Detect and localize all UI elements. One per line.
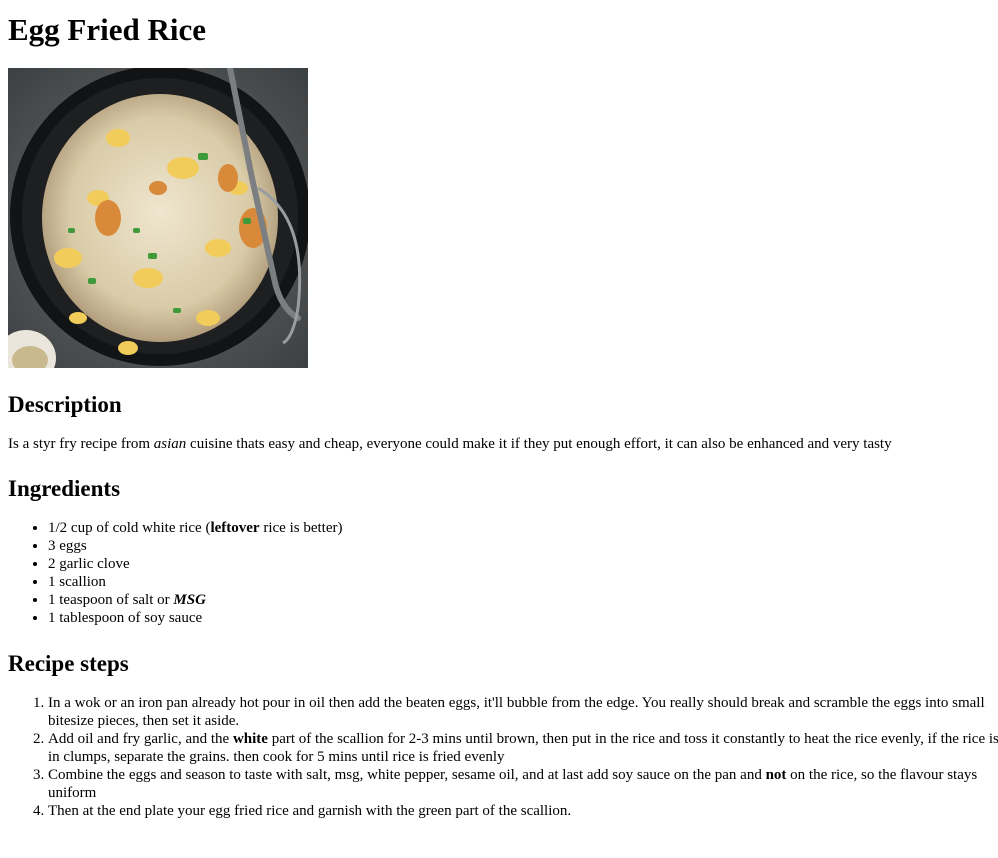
ingredient-item: 3 eggs [48, 537, 998, 555]
description-text: Is a styr fry recipe from asian cuisine … [8, 436, 892, 452]
ingredient-item: 1 scallion [48, 573, 998, 591]
description-heading: Description [8, 392, 122, 417]
ingredient-item: 2 garlic clove [48, 555, 998, 573]
recipe-step: Combine the eggs and season to taste wit… [48, 766, 998, 802]
recipe-step: Add oil and fry garlic, and the white pa… [48, 730, 998, 766]
ingredients-list: 1/2 cup of cold white rice (leftover ric… [8, 519, 998, 627]
ingredient-item: 1 teaspoon of salt or MSG [48, 591, 998, 609]
page-title: Egg Fried Rice [8, 12, 207, 47]
ingredients-heading: Ingredients [8, 476, 121, 501]
recipe-page: Egg Fried Rice Description Is a styr fry… [0, 12, 998, 820]
recipe-steps-list: In a wok or an iron pan already hot pour… [8, 694, 998, 820]
ingredient-item: 1/2 cup of cold white rice (leftover ric… [48, 519, 998, 537]
cuisine-emphasis: asian [153, 436, 187, 452]
egg-fried-rice-photo [8, 68, 308, 368]
ingredient-item: 1 tablespoon of soy sauce [48, 609, 998, 627]
recipe-step: In a wok or an iron pan already hot pour… [48, 694, 998, 730]
recipe-step: Then at the end plate your egg fried ric… [48, 802, 998, 820]
recipe-steps-heading: Recipe steps [8, 651, 129, 676]
